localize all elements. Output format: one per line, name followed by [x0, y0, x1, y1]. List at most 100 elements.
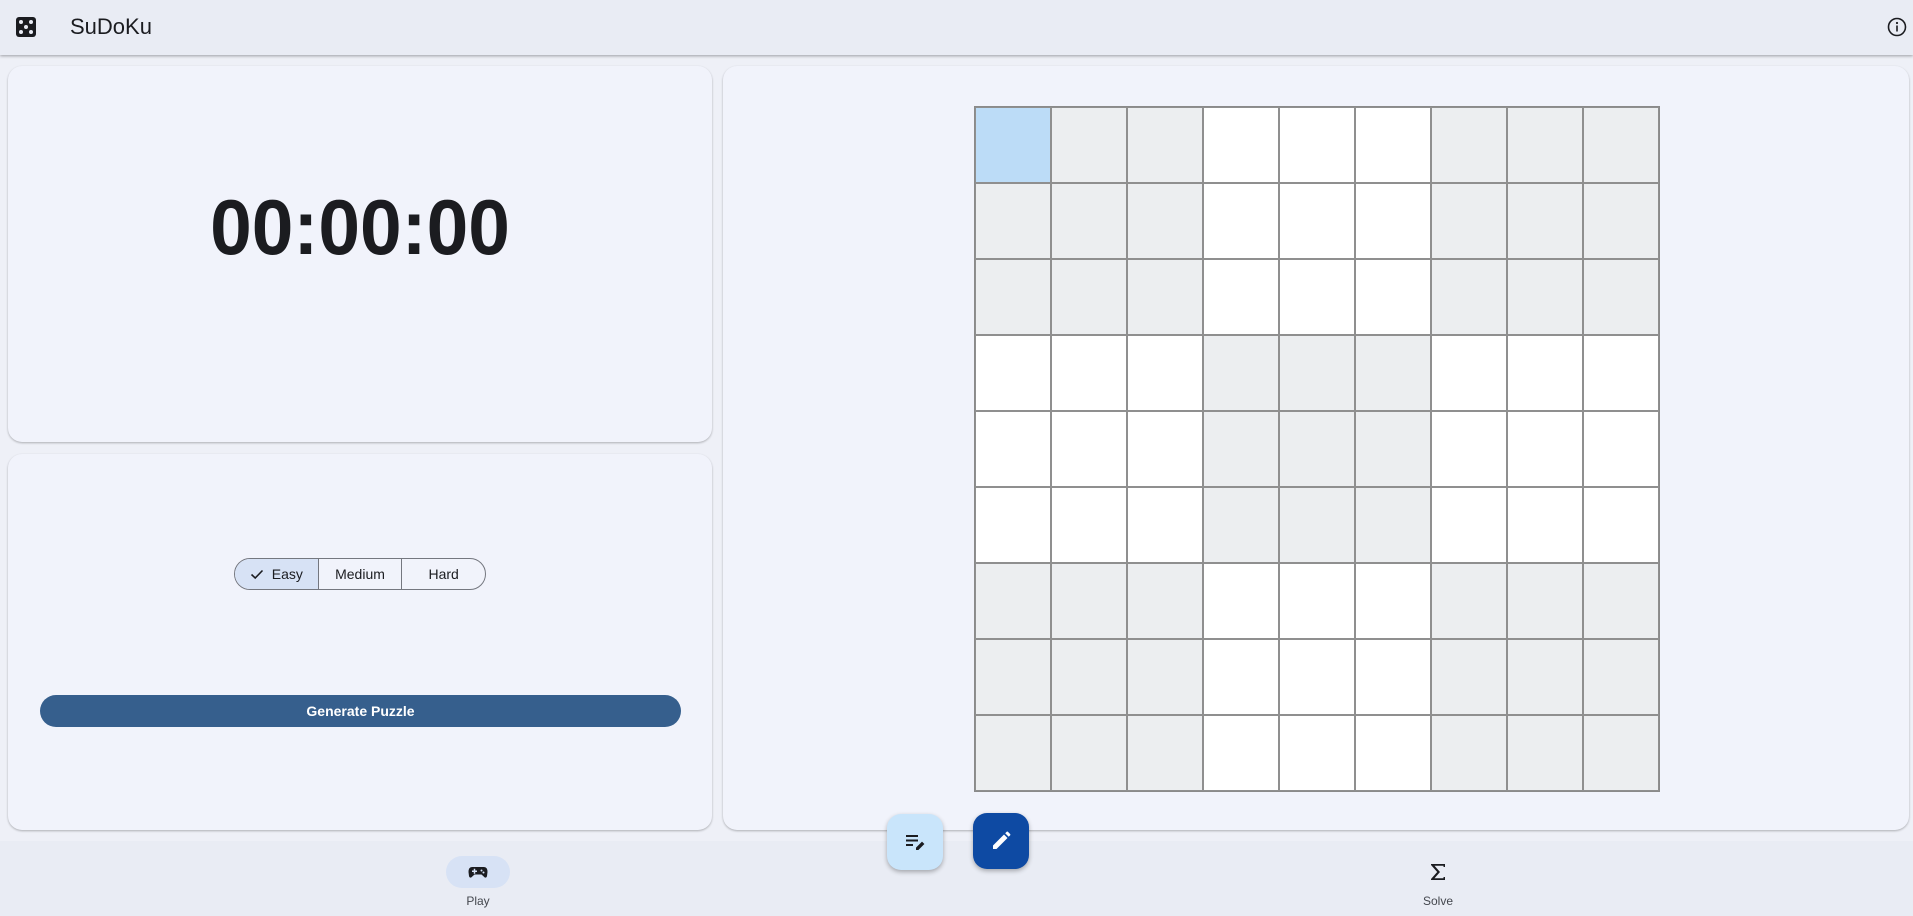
sudoku-cell[interactable] [1583, 715, 1659, 791]
sudoku-cell[interactable] [1051, 107, 1127, 183]
sudoku-cell[interactable] [1355, 715, 1431, 791]
sudoku-cell[interactable] [1279, 107, 1355, 183]
sudoku-cell[interactable] [1051, 715, 1127, 791]
sudoku-cell[interactable] [1507, 107, 1583, 183]
sudoku-cell[interactable] [975, 411, 1051, 487]
sudoku-cell[interactable] [1507, 259, 1583, 335]
sudoku-cell[interactable] [975, 335, 1051, 411]
sudoku-cell[interactable] [1507, 639, 1583, 715]
sudoku-cell[interactable] [1279, 183, 1355, 259]
sudoku-cell[interactable] [1279, 411, 1355, 487]
sudoku-cell[interactable] [1127, 487, 1203, 563]
sudoku-cell[interactable] [1583, 639, 1659, 715]
sudoku-cell[interactable] [975, 107, 1051, 183]
sudoku-cell[interactable] [1355, 335, 1431, 411]
sudoku-cell[interactable] [1127, 259, 1203, 335]
sudoku-cell[interactable] [1279, 639, 1355, 715]
sudoku-cell[interactable] [1507, 715, 1583, 791]
edit-mode-button[interactable] [973, 813, 1029, 869]
difficulty-hard-label: Hard [428, 566, 459, 582]
sudoku-cell[interactable] [1051, 259, 1127, 335]
sudoku-cell[interactable] [1279, 563, 1355, 639]
sudoku-cell[interactable] [1051, 183, 1127, 259]
sudoku-cell[interactable] [1583, 487, 1659, 563]
sudoku-cell[interactable] [1203, 715, 1279, 791]
sudoku-cell[interactable] [1507, 411, 1583, 487]
sudoku-cell[interactable] [1355, 487, 1431, 563]
sudoku-cell[interactable] [1051, 639, 1127, 715]
sudoku-cell[interactable] [975, 183, 1051, 259]
sudoku-cell[interactable] [1127, 639, 1203, 715]
nav-item-solve[interactable]: Solve [1398, 856, 1478, 908]
sudoku-cell[interactable] [1431, 715, 1507, 791]
sudoku-cell[interactable] [1431, 183, 1507, 259]
sudoku-cell[interactable] [975, 639, 1051, 715]
sudoku-cell[interactable] [1127, 107, 1203, 183]
info-icon[interactable] [1887, 17, 1907, 37]
app-title: SuDoKu [70, 14, 152, 39]
sudoku-cell[interactable] [1355, 107, 1431, 183]
sudoku-cell[interactable] [975, 259, 1051, 335]
nav-play-indicator [446, 856, 510, 888]
sudoku-cell[interactable] [1203, 259, 1279, 335]
sudoku-cell[interactable] [1507, 487, 1583, 563]
sudoku-cell[interactable] [1583, 259, 1659, 335]
sudoku-cell[interactable] [975, 563, 1051, 639]
sudoku-cell[interactable] [1051, 563, 1127, 639]
difficulty-medium[interactable]: Medium [317, 559, 402, 589]
sudoku-cell[interactable] [1583, 107, 1659, 183]
sudoku-cell[interactable] [1127, 411, 1203, 487]
sudoku-cell[interactable] [1431, 563, 1507, 639]
difficulty-easy[interactable]: Easy [235, 559, 318, 589]
sudoku-cell[interactable] [1507, 335, 1583, 411]
sudoku-cell[interactable] [1051, 335, 1127, 411]
sudoku-cell[interactable] [1127, 563, 1203, 639]
sudoku-cell[interactable] [1127, 183, 1203, 259]
sudoku-cell[interactable] [1279, 259, 1355, 335]
sudoku-cell[interactable] [1203, 487, 1279, 563]
sudoku-cell[interactable] [1203, 183, 1279, 259]
sudoku-cell[interactable] [1431, 335, 1507, 411]
sudoku-cell[interactable] [1507, 183, 1583, 259]
difficulty-hard[interactable]: Hard [401, 559, 485, 589]
sudoku-cell[interactable] [1583, 183, 1659, 259]
sudoku-cell[interactable] [1431, 639, 1507, 715]
dice-five-icon [16, 17, 36, 37]
sudoku-cell[interactable] [1203, 411, 1279, 487]
sudoku-cell[interactable] [1355, 259, 1431, 335]
sigma-icon [1431, 864, 1445, 880]
sudoku-cell[interactable] [1583, 411, 1659, 487]
sudoku-cell[interactable] [1203, 563, 1279, 639]
sudoku-cell[interactable] [975, 487, 1051, 563]
sudoku-cell[interactable] [1355, 411, 1431, 487]
notes-mode-button[interactable] [887, 814, 943, 870]
nav-item-play[interactable]: Play [438, 856, 518, 908]
sudoku-cell[interactable] [1431, 487, 1507, 563]
generate-puzzle-button[interactable]: Generate Puzzle [40, 695, 681, 727]
sudoku-cell[interactable] [1127, 335, 1203, 411]
sudoku-cell[interactable] [1355, 563, 1431, 639]
difficulty-selector: Easy Medium Hard [234, 558, 486, 590]
sudoku-cell[interactable] [1203, 335, 1279, 411]
sudoku-cell[interactable] [1203, 107, 1279, 183]
sudoku-cell[interactable] [1507, 563, 1583, 639]
sudoku-cell[interactable] [1355, 639, 1431, 715]
pencil-icon [993, 831, 1011, 849]
notes-edit-icon [906, 835, 925, 850]
sudoku-cell[interactable] [1583, 563, 1659, 639]
sudoku-cell[interactable] [1203, 639, 1279, 715]
generate-puzzle-label: Generate Puzzle [306, 703, 415, 719]
sudoku-cell[interactable] [1127, 715, 1203, 791]
sudoku-cell[interactable] [1279, 487, 1355, 563]
sudoku-cell[interactable] [1355, 183, 1431, 259]
sudoku-cell[interactable] [1051, 487, 1127, 563]
sudoku-cell[interactable] [1431, 259, 1507, 335]
sudoku-cell[interactable] [975, 715, 1051, 791]
sudoku-cell[interactable] [1583, 335, 1659, 411]
sudoku-cell[interactable] [1279, 715, 1355, 791]
nav-solve-indicator [1406, 856, 1470, 888]
sudoku-cell[interactable] [1431, 411, 1507, 487]
sudoku-cell[interactable] [1431, 107, 1507, 183]
sudoku-cell[interactable] [1051, 411, 1127, 487]
sudoku-cell[interactable] [1279, 335, 1355, 411]
